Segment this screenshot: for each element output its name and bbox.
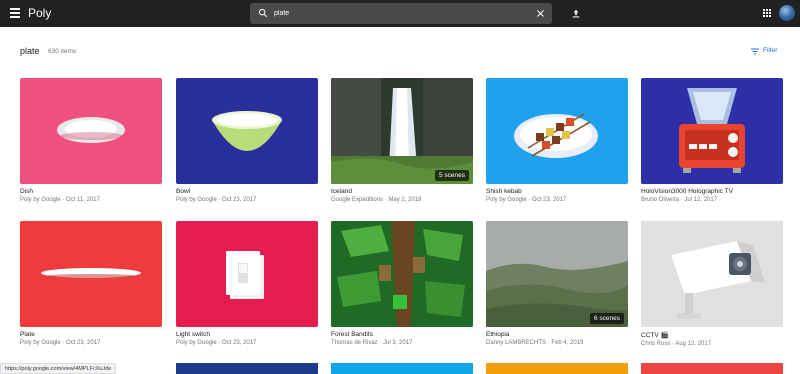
result-card-partial[interactable] — [641, 363, 783, 374]
result-card-partial[interactable] — [176, 363, 318, 374]
result-card[interactable]: 6 scenes Ethiopia Danny LAMBRECHTS · Feb… — [486, 221, 628, 346]
card-thumbnail — [176, 78, 318, 184]
scenes-badge: 5 scenes — [434, 170, 469, 181]
card-meta: Poly by Google · Oct 23, 2017 — [176, 197, 257, 203]
result-card[interactable]: Light switch Poly by Google · Oct 23, 20… — [176, 221, 318, 346]
app-logo[interactable]: Poly — [28, 6, 51, 20]
scenes-badge: 6 scenes — [589, 313, 624, 324]
result-card[interactable]: Bowl Poly by Google · Oct 23, 2017 — [176, 78, 318, 203]
card-thumbnail — [641, 78, 783, 184]
result-card[interactable]: Shish kebab Poly by Google · Oct 23, 201… — [486, 78, 628, 203]
card-title: Iceland — [331, 188, 352, 195]
card-thumbnail — [486, 78, 628, 184]
card-meta: Thomas de Rivaz · Jul 3, 2017 — [331, 340, 413, 346]
search-icon — [258, 8, 268, 18]
result-card-partial[interactable] — [331, 363, 473, 374]
upload-icon[interactable] — [571, 8, 581, 19]
search-box[interactable] — [250, 3, 552, 24]
result-card[interactable]: 5 scenes Iceland Google Expeditions · Ma… — [331, 78, 473, 203]
card-title: Forest Bandits — [331, 331, 373, 338]
card-title: CCTV 🎬 — [641, 332, 669, 339]
avatar[interactable] — [779, 5, 795, 21]
result-card[interactable]: CCTV 🎬 Chris Ross · Aug 12, 2017 — [641, 221, 783, 347]
link-status-bar: https://poly.google.com/view/4MPLFcXuJde — [0, 363, 117, 374]
results-count: 630 items — [48, 48, 77, 55]
card-title: HoloVision3000 Holographic TV — [641, 188, 733, 195]
card-meta: Danny LAMBRECHTS · Feb 4, 2019 — [486, 340, 584, 346]
card-meta: Google Expeditions · May 2, 2018 — [331, 197, 422, 203]
result-card-partial[interactable] — [486, 363, 628, 374]
card-meta: Poly by Google · Oct 23, 2017 — [176, 340, 257, 346]
card-meta: Poly by Google · Oct 23, 2017 — [486, 197, 567, 203]
top-app-bar: Poly — [0, 0, 800, 27]
card-thumbnail — [20, 221, 162, 327]
search-input[interactable] — [274, 6, 524, 21]
hamburger-menu-icon[interactable] — [10, 8, 20, 18]
card-meta: Poly by Google · Oct 11, 2017 — [20, 197, 100, 203]
card-thumbnail — [641, 221, 783, 327]
card-thumbnail: 6 scenes — [486, 221, 628, 327]
card-title: Dish — [20, 188, 34, 195]
clear-search-icon[interactable] — [536, 9, 545, 18]
card-title: Bowl — [176, 188, 191, 195]
card-thumbnail: 5 scenes — [331, 78, 473, 184]
card-meta: Bruno Oliveira · Jul 12, 2017 — [641, 197, 718, 203]
card-thumbnail — [331, 221, 473, 327]
card-meta: Poly by Google · Oct 23, 2017 — [20, 340, 101, 346]
card-title: Plate — [20, 331, 35, 338]
card-thumbnail — [176, 221, 318, 327]
filter-icon — [751, 48, 759, 55]
result-card[interactable]: Dish Poly by Google · Oct 11, 2017 — [20, 78, 162, 203]
card-title: Ethiopia — [486, 331, 510, 338]
card-title: Light switch — [176, 331, 210, 338]
result-card[interactable]: Plate Poly by Google · Oct 23, 2017 — [20, 221, 162, 346]
apps-grid-icon[interactable] — [763, 9, 771, 17]
result-card[interactable]: Forest Bandits Thomas de Rivaz · Jul 3, … — [331, 221, 473, 346]
card-meta: Chris Ross · Aug 12, 2017 — [641, 341, 712, 347]
results-title: plate — [20, 46, 40, 56]
card-title: Shish kebab — [486, 188, 522, 195]
result-card[interactable]: HoloVision3000 Holographic TV Bruno Oliv… — [641, 78, 783, 203]
card-thumbnail — [20, 78, 162, 184]
